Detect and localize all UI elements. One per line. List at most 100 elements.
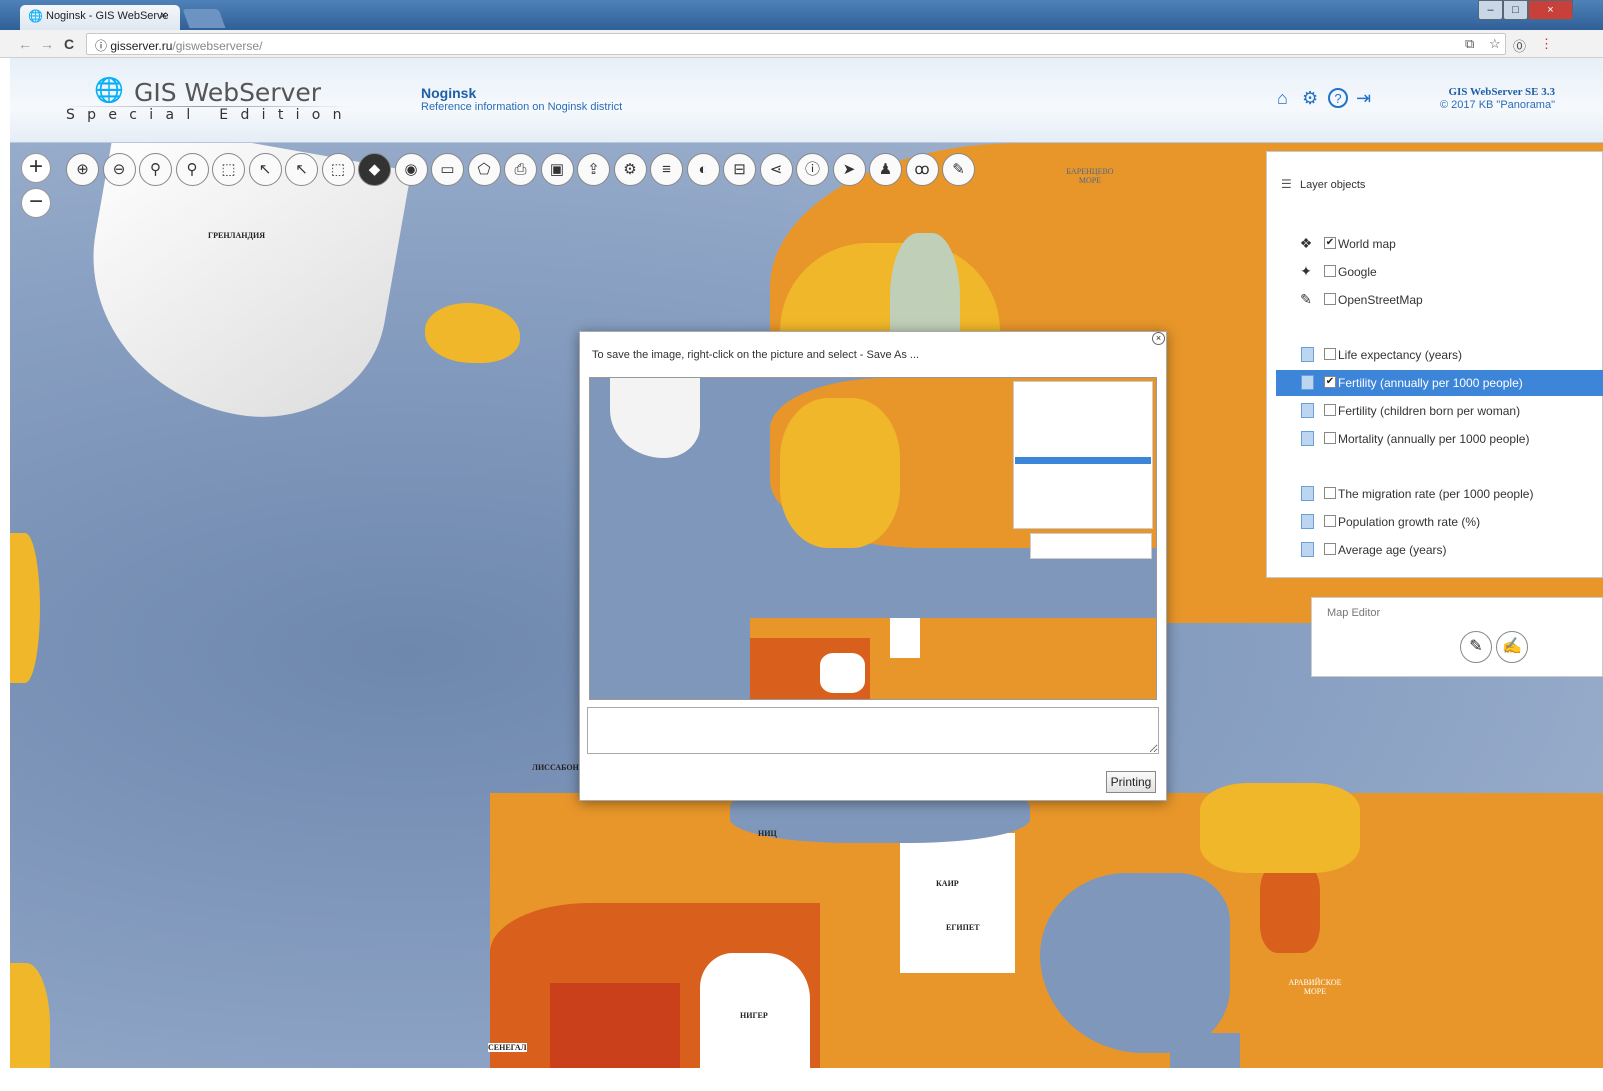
translate-icon[interactable]: ⧉ xyxy=(1465,36,1474,52)
new-tab-button[interactable] xyxy=(182,9,226,28)
layer-checkbox[interactable] xyxy=(1324,515,1336,527)
minimize-button[interactable]: – xyxy=(1478,0,1503,20)
layer-label: Life expectancy (years) xyxy=(1338,348,1463,362)
edit-tool[interactable]: ✎ xyxy=(942,153,975,186)
layer-label: Google xyxy=(1338,265,1377,279)
project-subtitle: Reference information on Noginsk distric… xyxy=(421,101,623,113)
layer-checkbox[interactable]: ✔ xyxy=(1324,237,1336,249)
map-label-greenland: ГРЕНЛАНДИЯ xyxy=(208,231,265,240)
dialog-close-icon[interactable]: × xyxy=(1152,332,1165,345)
layer-item[interactable]: Life expectancy (years) xyxy=(1276,342,1603,368)
layer-item[interactable]: Average age (years) xyxy=(1276,537,1603,563)
window-close-button[interactable]: × xyxy=(1528,0,1573,20)
select-point-tool[interactable]: ↖ xyxy=(248,153,282,186)
document-icon xyxy=(1301,431,1314,446)
select-area-tool[interactable]: ↖ xyxy=(285,153,318,186)
layer-checkbox[interactable] xyxy=(1324,487,1336,499)
browser-tab[interactable]: Noginsk - GIS WebServe xyxy=(20,5,180,30)
ruler-tool[interactable]: ▭ xyxy=(431,153,464,186)
middle-east-region xyxy=(1200,783,1360,873)
url-path: /giswebserverse/ xyxy=(172,39,263,53)
snapshot-niger xyxy=(820,653,865,693)
tab-close-icon[interactable]: × xyxy=(160,8,167,22)
layer-item[interactable]: The migration rate (per 1000 people) xyxy=(1276,481,1603,507)
print-tool[interactable]: ⎙ xyxy=(504,153,537,186)
thematic-tool[interactable]: ◐ xyxy=(686,153,720,186)
users-tool[interactable]: ♟ xyxy=(869,153,902,186)
locate-tool[interactable]: ◉ xyxy=(394,153,428,186)
printing-button[interactable]: Printing xyxy=(1106,771,1156,793)
layers-tool[interactable]: ◆ xyxy=(358,153,391,186)
bookmark-star-icon[interactable]: ☆ xyxy=(1489,36,1501,52)
layer-item[interactable]: Fertility (children born per woman) xyxy=(1276,398,1603,424)
share-tool[interactable]: ⇪ xyxy=(577,153,610,186)
navigate-tool[interactable]: ➤ xyxy=(832,153,866,186)
clear-selection-tool[interactable]: ⬚ xyxy=(321,153,355,186)
layer-label: The migration rate (per 1000 people) xyxy=(1338,487,1534,501)
layer-label: OpenStreetMap xyxy=(1338,293,1423,307)
extension-icon[interactable]: ⋮ xyxy=(1540,36,1553,52)
map-label-senegal: СЕНЕГАЛ xyxy=(488,1043,527,1052)
layer-item[interactable]: ✎ OpenStreetMap xyxy=(1276,287,1603,313)
layer-item[interactable]: ✔ Fertility (annually per 1000 people) xyxy=(1276,370,1603,396)
egypt-region xyxy=(900,833,1015,973)
edit-pencil-button[interactable]: ✎ xyxy=(1460,631,1492,663)
document-icon xyxy=(1301,403,1314,418)
layer-checkbox[interactable] xyxy=(1324,265,1336,277)
logout-icon[interactable]: ⇥ xyxy=(1356,88,1371,109)
layer-item[interactable]: Mortality (annually per 1000 people) xyxy=(1276,426,1603,452)
map-label-lisbon: ЛИССАБОН xyxy=(532,763,579,772)
forward-button[interactable]: → xyxy=(40,36,54,52)
project-title: Noginsk xyxy=(421,85,477,101)
legend-tool[interactable]: ≡ xyxy=(650,153,683,186)
zoom-window-tool[interactable]: ⚲ xyxy=(139,153,172,186)
zoom-extent-tool[interactable]: ⚲ xyxy=(175,153,209,186)
snapshot-europe xyxy=(780,398,900,548)
zoom-out-button[interactable]: − xyxy=(21,188,51,218)
area-measure-tool[interactable]: ⬠ xyxy=(467,153,501,186)
layer-checkbox[interactable] xyxy=(1324,432,1336,444)
layer-label: Population growth rate (%) xyxy=(1338,515,1481,529)
layer-item[interactable]: ✦ Google xyxy=(1276,259,1603,285)
layer-item[interactable]: ❖ ✔ World map xyxy=(1276,231,1603,257)
logo-subtitle: Special Edition xyxy=(66,107,354,123)
map-label-nice: НИЦ xyxy=(758,829,777,838)
map-label-egypt: ЕГИПЕТ xyxy=(946,923,980,932)
browser-titlebar xyxy=(0,0,1603,30)
layer-checkbox[interactable] xyxy=(1324,348,1336,360)
layer-label: Fertility (children born per woman) xyxy=(1338,404,1521,418)
info-icon[interactable]: ⓘ xyxy=(95,39,107,53)
document-icon xyxy=(1301,542,1314,557)
map-snapshot-image[interactable] xyxy=(589,377,1157,700)
url-input[interactable]: ⓘ gisserver.ru/giswebserverse/ xyxy=(86,33,1506,55)
tab-title: Noginsk - GIS WebServe xyxy=(46,10,169,22)
layer-checkbox[interactable] xyxy=(1324,543,1336,555)
map-label-cairo: КАИР xyxy=(936,879,959,888)
layer-item[interactable]: Population growth rate (%) xyxy=(1276,509,1603,535)
image-export-tool[interactable]: ▣ xyxy=(540,153,574,186)
home-icon[interactable]: ⌂ xyxy=(1277,88,1288,109)
network-tool[interactable]: ⋖ xyxy=(759,153,793,186)
settings-tool[interactable]: ⚙ xyxy=(613,153,647,186)
pinterest-icon[interactable]: ⓪ xyxy=(1513,36,1526,55)
reload-button[interactable]: C xyxy=(64,36,74,52)
layer-checkbox[interactable] xyxy=(1324,293,1336,305)
snapshot-editor-panel xyxy=(1030,533,1152,559)
logo-globe-icon: 🌐 xyxy=(94,77,124,104)
layer-checkbox[interactable] xyxy=(1324,404,1336,416)
route-tool[interactable]: ꝏ xyxy=(905,153,939,186)
zoom-out-tool[interactable]: ⊖ xyxy=(102,153,136,186)
back-button[interactable]: ← xyxy=(18,36,32,52)
print-notes-textarea[interactable] xyxy=(587,707,1159,754)
maximize-button[interactable]: □ xyxy=(1503,0,1528,20)
gear-icon[interactable]: ⚙ xyxy=(1302,88,1318,109)
help-icon[interactable]: ? xyxy=(1328,88,1348,108)
layer-checkbox[interactable]: ✔ xyxy=(1324,376,1336,388)
select-tool[interactable]: ⬚ xyxy=(212,153,245,186)
edit-object-button[interactable]: ✍ xyxy=(1496,631,1528,663)
zoom-in-button[interactable]: + xyxy=(21,153,51,183)
zoom-in-tool[interactable]: ⊕ xyxy=(66,153,99,186)
map-editor-title: Map Editor xyxy=(1327,607,1381,619)
bookmark-tool[interactable]: ⊟ xyxy=(723,153,756,186)
info-tool[interactable]: ⓘ xyxy=(796,153,829,186)
